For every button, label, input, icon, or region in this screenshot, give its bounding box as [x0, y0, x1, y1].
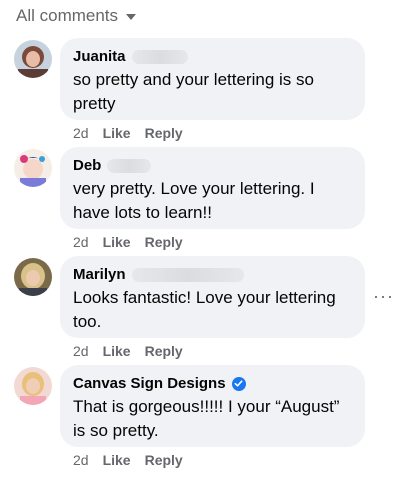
like-button[interactable]: Like: [103, 125, 131, 141]
comment-bubble: Canvas Sign Designs That is gorgeous!!!!…: [60, 365, 365, 447]
like-button[interactable]: Like: [103, 452, 131, 468]
more-options-icon[interactable]: ···: [373, 286, 394, 307]
all-comments-filter[interactable]: All comments: [16, 6, 137, 26]
redacted-surname: [131, 49, 188, 64]
comment-text: so pretty and your lettering is so prett…: [73, 70, 314, 113]
commenter-name[interactable]: Juanita: [73, 48, 126, 65]
comment-timestamp[interactable]: 2d: [73, 234, 89, 250]
avatar[interactable]: [14, 367, 52, 405]
comment-bubble: Marilyn Looks fantastic! Love your lette…: [60, 256, 365, 338]
like-button[interactable]: Like: [103, 343, 131, 359]
comment-actions: 2d Like Reply: [73, 125, 183, 141]
all-comments-label: All comments: [16, 6, 119, 25]
comment-text: very pretty. Love your lettering. I have…: [73, 179, 315, 222]
comment-bubble: Deb very pretty. Love your lettering. I …: [60, 147, 365, 229]
comment-bubble: Juanita so pretty and your lettering is …: [60, 38, 365, 120]
comment-actions: 2d Like Reply: [73, 452, 183, 468]
commenter-name[interactable]: Deb: [73, 157, 101, 174]
avatar[interactable]: [14, 40, 52, 78]
avatar[interactable]: [14, 149, 52, 187]
comment-text: That is gorgeous!!!!! I your “August” is…: [73, 397, 340, 440]
reply-button[interactable]: Reply: [145, 234, 183, 250]
verified-badge-icon: [231, 376, 246, 391]
reply-button[interactable]: Reply: [145, 125, 183, 141]
comment-actions: 2d Like Reply: [73, 234, 183, 250]
commenter-name[interactable]: Canvas Sign Designs: [73, 375, 226, 392]
like-button[interactable]: Like: [103, 234, 131, 250]
comment-timestamp[interactable]: 2d: [73, 343, 89, 359]
comment-timestamp[interactable]: 2d: [73, 125, 89, 141]
reply-button[interactable]: Reply: [145, 452, 183, 468]
comment-text: Looks fantastic! Love your lettering too…: [73, 288, 336, 331]
redacted-surname: [131, 267, 244, 282]
caret-down-icon[interactable]: [126, 14, 137, 20]
reply-button[interactable]: Reply: [145, 343, 183, 359]
redacted-surname: [107, 158, 152, 173]
comment-actions: 2d Like Reply: [73, 343, 183, 359]
avatar[interactable]: [14, 258, 52, 296]
commenter-name[interactable]: Marilyn: [73, 266, 126, 283]
comment-timestamp[interactable]: 2d: [73, 452, 89, 468]
